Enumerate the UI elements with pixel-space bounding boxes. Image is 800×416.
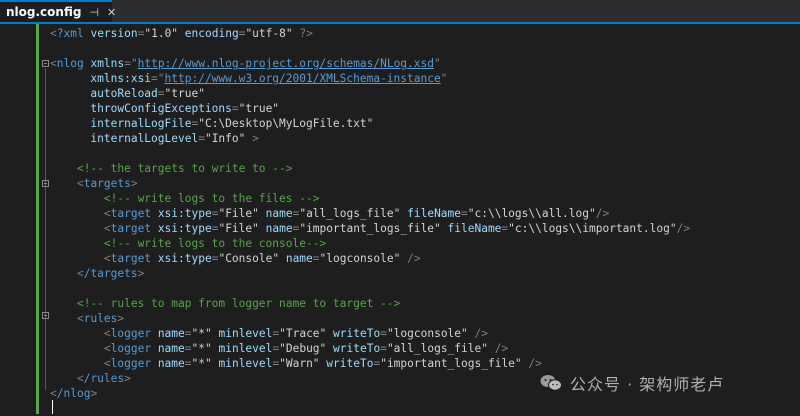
code-line: autoReload="true": [90, 87, 205, 100]
tab-title: nlog.config: [6, 5, 82, 19]
wechat-icon: [540, 374, 562, 392]
fold-guide: [45, 68, 46, 390]
gutter: [0, 24, 36, 416]
tab-bar: nlog.config ⊣ ✕: [0, 0, 800, 22]
code-line: <nlog xmlns="http://www.nlog-project.org…: [50, 57, 441, 70]
code-line: <logger name="*" minlevel="Trace" writeT…: [103, 327, 488, 340]
fold-toggle-icon[interactable]: [42, 60, 49, 67]
code-line: <logger name="*" minlevel="Warn" writeTo…: [103, 357, 542, 370]
code-line: </targets>: [76, 267, 145, 280]
code-line: <!-- rules to map from logger name to ta…: [76, 297, 401, 310]
code-line: <rules>: [76, 312, 125, 325]
code-line: <!-- the targets to write to -->: [76, 162, 293, 175]
code-editor[interactable]: <?xml version="1.0" encoding="utf-8" ?> …: [50, 24, 800, 416]
fold-toggle-icon[interactable]: [42, 180, 49, 187]
pin-icon[interactable]: ⊣: [89, 6, 99, 19]
code-line: throwConfigExceptions="true": [90, 102, 280, 115]
text-caret: [52, 400, 53, 414]
code-line: <target xsi:type="File" name="all_logs_f…: [103, 207, 610, 220]
code-line: <!-- write logs to the files -->: [103, 192, 320, 205]
code-line: </nlog>: [50, 387, 98, 400]
code-line: <!-- write logs to the console-->: [103, 237, 327, 250]
tab-nlog-config[interactable]: nlog.config ⊣ ✕: [0, 0, 116, 22]
code-line: internalLogFile="C:\Desktop\MyLogFile.tx…: [90, 117, 374, 130]
watermark: 公众号 · 架构师老卢: [540, 370, 724, 396]
code-line: <targets>: [76, 177, 138, 190]
code-line: <?xml version="1.0" encoding="utf-8" ?>: [50, 27, 313, 40]
code-line: <logger name="*" minlevel="Debug" writeT…: [103, 342, 509, 355]
watermark-text: 公众号 · 架构师老卢: [570, 375, 725, 394]
code-line: internalLogLevel="Info" >: [90, 132, 259, 145]
code-line: </rules>: [76, 372, 131, 385]
change-indicator-bar: [36, 24, 39, 414]
code-line: <target xsi:type="File" name="important_…: [103, 222, 691, 235]
code-line: <target xsi:type="Console" name="logcons…: [103, 252, 421, 265]
xmlns-link[interactable]: http://www.nlog-project.org/schemas/NLog…: [138, 57, 434, 70]
code-line: xmlns:xsi="http://www.w3.org/2001/XMLSch…: [90, 72, 448, 85]
close-icon[interactable]: ✕: [107, 6, 116, 19]
xsi-link[interactable]: http://www.w3.org/2001/XMLSchema-instanc…: [165, 72, 441, 85]
fold-toggle-icon[interactable]: [42, 312, 49, 319]
